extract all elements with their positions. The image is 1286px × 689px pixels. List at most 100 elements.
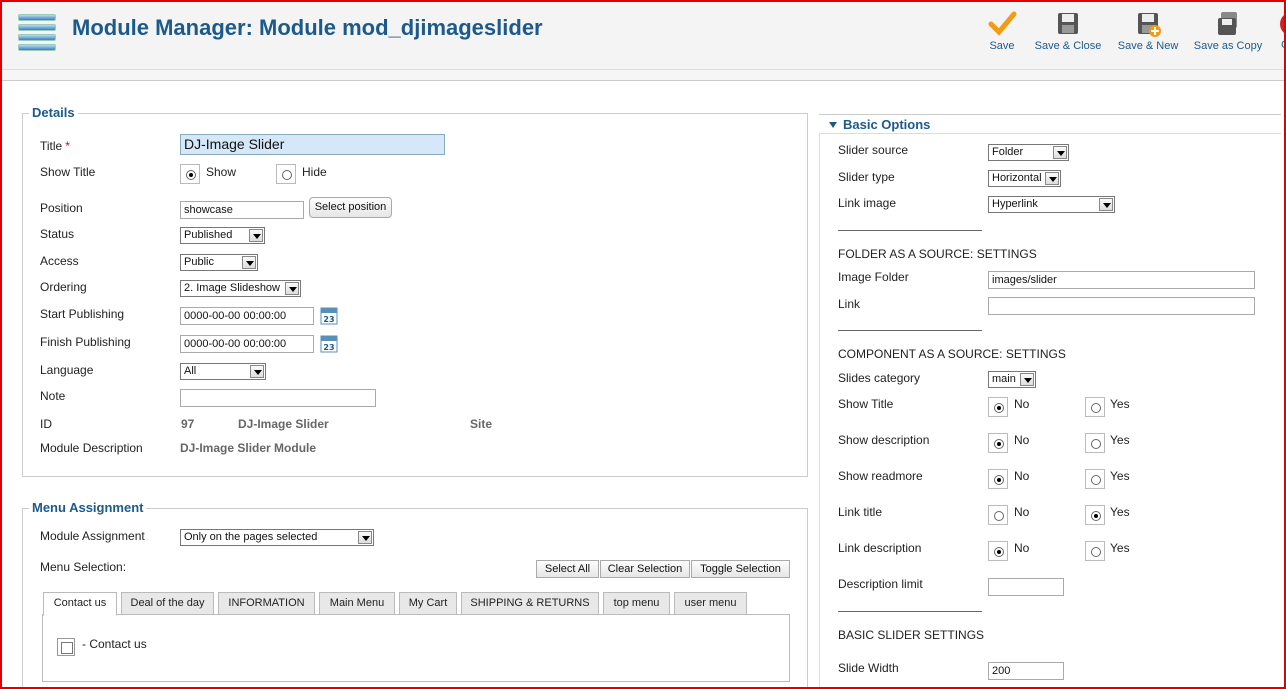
- close-button-label[interactable]: C: [1281, 39, 1286, 51]
- link-label: Link: [838, 297, 861, 311]
- ordering-select[interactable]: 2. Image Slideshow: [180, 280, 301, 297]
- basic-options-title: Basic Options: [843, 117, 931, 132]
- show-description-label: Show description: [838, 433, 930, 447]
- show-readmore-label: Show readmore: [838, 469, 923, 483]
- start-publishing-input[interactable]: 0000-00-00 00:00:00: [180, 307, 314, 325]
- show-title-yes-radio[interactable]: [1085, 397, 1105, 417]
- link-description-yes-radio[interactable]: [1085, 541, 1105, 561]
- slides-category-select[interactable]: main: [988, 371, 1036, 388]
- position-label: Position: [40, 201, 83, 215]
- description-limit-label: Description limit: [838, 577, 923, 591]
- image-folder-label: Image Folder: [838, 270, 909, 284]
- chevron-down-icon: [242, 256, 256, 269]
- folder-section-title: FOLDER AS A SOURCE: SETTINGS: [838, 247, 1037, 261]
- tab-deal-of-the-day[interactable]: Deal of the day: [121, 592, 214, 615]
- chevron-down-icon: [285, 282, 299, 295]
- floppy-new-icon: [1138, 13, 1161, 37]
- save-new-button[interactable]: Save & New: [1116, 10, 1180, 52]
- link-image-select[interactable]: Hyperlink: [988, 196, 1115, 213]
- ordering-label: Ordering: [40, 280, 87, 294]
- chevron-down-icon: [1099, 198, 1113, 211]
- tab-information[interactable]: INFORMATION: [218, 592, 315, 615]
- finish-publishing-input[interactable]: 0000-00-00 00:00:00: [180, 335, 314, 353]
- clear-selection-button[interactable]: Clear Selection: [600, 560, 690, 578]
- no-option-label: No: [1014, 433, 1030, 447]
- module-assignment-select[interactable]: Only on the pages selected: [180, 529, 374, 546]
- slider-source-select[interactable]: Folder: [988, 144, 1069, 161]
- link-title-no-radio[interactable]: [988, 505, 1008, 525]
- tab-user-menu[interactable]: user menu: [674, 592, 747, 615]
- tab-my-cart[interactable]: My Cart: [399, 592, 457, 615]
- chevron-down-icon: [1053, 146, 1067, 159]
- finish-publishing-label: Finish Publishing: [40, 335, 131, 349]
- menu-selection-label: Menu Selection:: [40, 560, 127, 574]
- tab-top-menu[interactable]: top menu: [603, 592, 670, 615]
- menu-assignment-legend: Menu Assignment: [29, 500, 147, 515]
- chevron-down-icon: [1020, 373, 1034, 386]
- show-option-label: Show: [206, 165, 237, 179]
- show-description-yes-radio[interactable]: [1085, 433, 1105, 453]
- start-publishing-label: Start Publishing: [40, 307, 125, 321]
- link-title-yes-radio[interactable]: [1085, 505, 1105, 525]
- tab-shipping-returns[interactable]: SHIPPING & RETURNS: [461, 592, 599, 615]
- save-button[interactable]: Save: [987, 10, 1017, 52]
- copy-icon: [1218, 12, 1237, 35]
- basic-slider-section-title: BASIC SLIDER SETTINGS: [838, 628, 985, 642]
- component-section-title: COMPONENT AS A SOURCE: SETTINGS: [838, 347, 1066, 361]
- save-close-button[interactable]: Save & Close: [1033, 10, 1103, 52]
- slides-category-label: Slides category: [838, 371, 921, 385]
- yes-option-label: Yes: [1110, 505, 1130, 519]
- show-title-label: Show Title: [40, 165, 96, 179]
- select-position-button[interactable]: Select position: [309, 197, 392, 218]
- contact-us-checkbox[interactable]: [57, 638, 75, 656]
- show-title-no-radio[interactable]: [988, 397, 1008, 417]
- language-select[interactable]: All: [180, 363, 266, 380]
- status-label: Status: [40, 227, 75, 241]
- note-input[interactable]: [180, 389, 376, 407]
- basic-options-header[interactable]: Basic Options: [819, 114, 1281, 134]
- slider-type-select[interactable]: Horizontal: [988, 170, 1061, 187]
- link-input[interactable]: [988, 297, 1255, 315]
- save-copy-button[interactable]: Save as Copy: [1192, 10, 1264, 52]
- calendar-icon[interactable]: 23: [320, 335, 338, 353]
- page-title: Module Manager: Module mod_djimageslider: [72, 15, 543, 40]
- status-select[interactable]: Published: [180, 227, 265, 244]
- no-option-label: No: [1014, 505, 1030, 519]
- title-input[interactable]: DJ-Image Slider: [180, 134, 445, 155]
- no-option-label: No: [1014, 541, 1030, 555]
- close-icon[interactable]: [1280, 12, 1286, 36]
- contact-us-item-label: - Contact us: [82, 637, 147, 651]
- calendar-icon[interactable]: 23: [320, 307, 338, 325]
- link-description-no-radio[interactable]: [988, 541, 1008, 561]
- tab-main-menu[interactable]: Main Menu: [319, 592, 395, 615]
- module-description-label: Module Description: [40, 441, 143, 455]
- show-description-no-radio[interactable]: [988, 433, 1008, 453]
- show-readmore-yes-radio[interactable]: [1085, 469, 1105, 489]
- position-input[interactable]: showcase: [180, 201, 304, 219]
- toggle-selection-button[interactable]: Toggle Selection: [691, 560, 790, 578]
- access-select[interactable]: Public: [180, 254, 258, 271]
- chevron-down-icon: [249, 229, 263, 242]
- yes-option-label: Yes: [1110, 469, 1130, 483]
- image-folder-input[interactable]: images/slider: [988, 271, 1255, 289]
- slider-type-label: Slider type: [838, 170, 895, 184]
- chevron-down-icon: [1045, 172, 1059, 185]
- description-limit-input[interactable]: [988, 578, 1064, 596]
- slide-width-input[interactable]: 200: [988, 662, 1064, 680]
- basic-options-panel: [819, 134, 1281, 689]
- yes-option-label: Yes: [1110, 541, 1130, 555]
- tab-contact-us[interactable]: Contact us: [43, 592, 117, 616]
- show-title-show-radio[interactable]: [180, 164, 200, 184]
- checkmark-icon: [988, 11, 1017, 36]
- divider: [838, 611, 982, 612]
- svg-text:23: 23: [323, 343, 334, 352]
- module-manager-icon: [16, 10, 58, 52]
- id-label: ID: [40, 417, 52, 431]
- select-all-button[interactable]: Select All: [536, 560, 599, 578]
- show-title-hide-radio[interactable]: [276, 164, 296, 184]
- id-value: 97: [181, 417, 195, 431]
- show-readmore-no-radio[interactable]: [988, 469, 1008, 489]
- hide-option-label: Hide: [302, 165, 327, 179]
- chevron-down-icon: [358, 531, 372, 544]
- module-assignment-label: Module Assignment: [40, 529, 145, 543]
